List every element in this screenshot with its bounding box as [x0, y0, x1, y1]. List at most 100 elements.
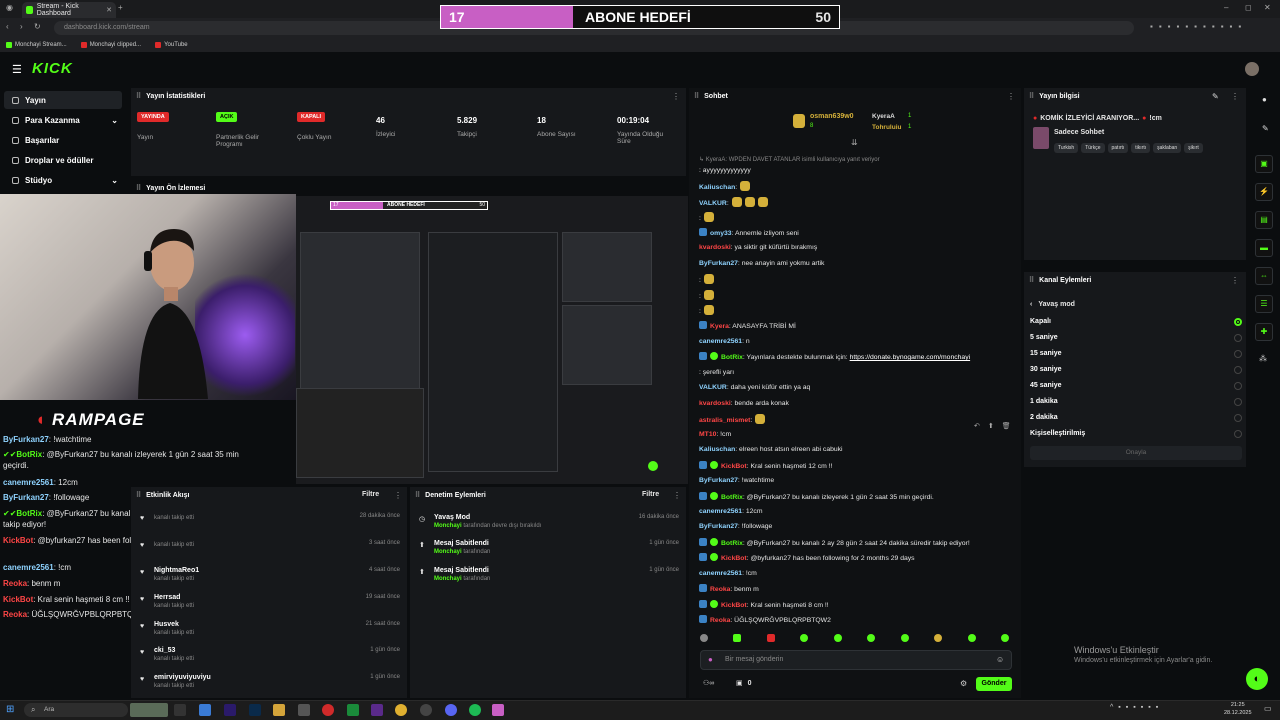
- category-thumbnail[interactable]: [1033, 127, 1049, 149]
- chat-username[interactable]: VALKUR: [699, 200, 727, 207]
- task-view-icon[interactable]: [174, 704, 186, 716]
- sidebar-item-yayin[interactable]: Yayın: [4, 91, 122, 109]
- emote-icon[interactable]: [733, 634, 742, 642]
- tag[interactable]: şaklaban: [1153, 143, 1182, 153]
- tag[interactable]: tikırtı: [1131, 143, 1151, 153]
- chat-message[interactable]: VALKUR: daha yeni küfür ettin ya aq: [699, 383, 1014, 392]
- top-gifter-name[interactable]: osman639w0: [810, 113, 854, 120]
- chat-link[interactable]: https://donate.bynogame.com/monchayi: [850, 354, 971, 361]
- bookmark-item[interactable]: Monchayi clipped...: [80, 42, 141, 48]
- chat-message[interactable]: BotRix: @ByFurkan27 bu kanalı 2 ay 28 gü…: [699, 538, 1014, 548]
- delete-icon[interactable]: 🗑: [1002, 422, 1011, 430]
- new-tab-icon[interactable]: +: [118, 3, 123, 12]
- moderation-filter-button[interactable]: Filtre: [642, 491, 659, 498]
- expand-pinned-icon[interactable]: ⇊: [851, 138, 858, 147]
- spotify-icon[interactable]: [469, 704, 481, 716]
- user-avatar[interactable]: [1245, 62, 1259, 76]
- emote-icon[interactable]: [1000, 634, 1009, 642]
- radio-button[interactable]: [1234, 398, 1242, 406]
- microphone-icon[interactable]: ●: [708, 655, 713, 664]
- chat-username[interactable]: astralis_mismet: [699, 417, 750, 424]
- chat-username[interactable]: KickBot: [721, 602, 747, 609]
- rail-link-icon[interactable]: ⇔: [1255, 267, 1273, 285]
- kick-assistant-icon[interactable]: ◐: [1246, 668, 1268, 690]
- slow-mode-option[interactable]: Kişiselleştirilmiş: [1030, 430, 1242, 438]
- more-options-icon[interactable]: ⋮: [1007, 92, 1015, 101]
- chat-message[interactable]: astralis_mismet:: [699, 414, 1014, 425]
- chat-users-icon[interactable]: ⚇∞: [703, 679, 714, 687]
- radio-button[interactable]: [1234, 350, 1242, 358]
- sidebar-item-basarilar[interactable]: Başarılar: [4, 131, 122, 149]
- bookmark-item[interactable]: YouTube: [155, 42, 188, 48]
- chat-message[interactable]: ByFurkan27: !followage: [699, 522, 1014, 531]
- slow-mode-option[interactable]: Kapalı: [1030, 318, 1242, 326]
- emote-icon[interactable]: [800, 634, 809, 642]
- app-icon[interactable]: [492, 704, 504, 716]
- chat-message[interactable]: :: [699, 305, 1014, 316]
- chat-message[interactable]: kvardoski: bende arda konak: [699, 399, 1014, 408]
- radio-button[interactable]: [1234, 430, 1242, 438]
- emote-icon[interactable]: [766, 634, 775, 642]
- reply-icon[interactable]: ↶: [974, 422, 980, 430]
- chat-message[interactable]: omy33: Annemle izliyom seni: [699, 228, 1014, 238]
- tag[interactable]: patırtı: [1107, 143, 1129, 153]
- rail-list-icon[interactable]: ☰: [1255, 295, 1273, 313]
- chat-username[interactable]: canemre2561: [699, 338, 742, 345]
- channel-points[interactable]: ▣ 0: [736, 679, 752, 688]
- top-gifter-name[interactable]: KyeraA: [872, 113, 895, 120]
- emote-icon[interactable]: [700, 634, 708, 642]
- rail-chat-icon[interactable]: ▬: [1255, 239, 1273, 257]
- taskbar-clock[interactable]: 21:25 28.12.2025: [1224, 701, 1252, 717]
- rail-tools-icon[interactable]: ✚: [1255, 323, 1273, 341]
- chat-username[interactable]: kvardoski: [699, 400, 731, 407]
- chat-username[interactable]: Reoka: [710, 586, 730, 593]
- chat-message[interactable]: VALKUR:: [699, 197, 1014, 208]
- system-tray-icons[interactable]: ^▪▪▪▪▪▪: [1110, 704, 1163, 711]
- slow-mode-option[interactable]: 15 saniye: [1030, 350, 1242, 358]
- slow-mode-option[interactable]: 30 saniye: [1030, 366, 1242, 374]
- back-icon[interactable]: ‹: [6, 22, 9, 31]
- pencil-icon[interactable]: ✎: [1262, 124, 1269, 133]
- chat-username[interactable]: Kaliuschan: [699, 184, 735, 191]
- chat-message[interactable]: Reoka: ÜĞLŞQWRĞVPBLQRPBTQW2: [699, 615, 1014, 625]
- premiere-icon[interactable]: [224, 704, 236, 716]
- chat-message[interactable]: :: [699, 290, 1014, 301]
- chat-username[interactable]: VALKUR: [699, 384, 727, 391]
- chat-message[interactable]: :: [699, 212, 1014, 223]
- drag-handle-icon[interactable]: ⠿: [694, 92, 699, 100]
- chat-username[interactable]: ByFurkan27: [699, 523, 738, 530]
- emote-icon[interactable]: [867, 634, 876, 642]
- radio-button[interactable]: [1234, 318, 1242, 326]
- emote-icon[interactable]: [967, 634, 976, 642]
- reload-icon[interactable]: ↻: [34, 22, 41, 31]
- taskbar-weather[interactable]: [130, 703, 168, 717]
- category-name[interactable]: Sadece Sohbet: [1054, 129, 1104, 136]
- chat-username[interactable]: kvardoski: [699, 244, 731, 251]
- pin-icon[interactable]: ⬆: [988, 422, 994, 430]
- layout-icon[interactable]: ⁂: [1259, 354, 1267, 363]
- chat-message[interactable]: BotRix: Yayınlara destekte bulunmak için…: [699, 352, 1014, 362]
- chat-message-input[interactable]: Bir mesaj gönderin: [700, 650, 1012, 670]
- discord-icon[interactable]: [445, 704, 457, 716]
- chat-message[interactable]: : şerefli yarı: [699, 368, 1014, 377]
- minimize-icon[interactable]: –: [1224, 3, 1228, 12]
- rail-bolt-icon[interactable]: ⚡: [1255, 183, 1273, 201]
- photoshop-icon[interactable]: [249, 704, 261, 716]
- xbox-icon[interactable]: [347, 704, 359, 716]
- explorer-icon[interactable]: [273, 704, 285, 716]
- bookmark-item[interactable]: Monchayi Stream...: [6, 42, 67, 48]
- chat-message[interactable]: kvardoski: ya siktir git küfürtü bırakmı…: [699, 243, 1014, 252]
- chat-message[interactable]: : ayyyyyyyyyyyyy: [699, 166, 1014, 175]
- drag-handle-icon[interactable]: ⠿: [1029, 276, 1034, 284]
- chat-username[interactable]: ByFurkan27: [699, 477, 738, 484]
- chat-message[interactable]: Kaliuschan:: [699, 181, 1014, 192]
- sidebar-item-studyo[interactable]: Stüdyo ⌄: [4, 171, 122, 189]
- rail-card-icon[interactable]: ▤: [1255, 211, 1273, 229]
- chat-username[interactable]: KickBot: [721, 555, 747, 562]
- drag-handle-icon[interactable]: ⠿: [1029, 92, 1034, 100]
- chat-username[interactable]: Kyera: [710, 323, 729, 330]
- app-icon[interactable]: [298, 704, 310, 716]
- chrome-icon[interactable]: [395, 704, 407, 716]
- edit-icon[interactable]: ✎: [1212, 92, 1219, 101]
- chat-message[interactable]: ByFurkan27: !watchtime: [699, 476, 1014, 485]
